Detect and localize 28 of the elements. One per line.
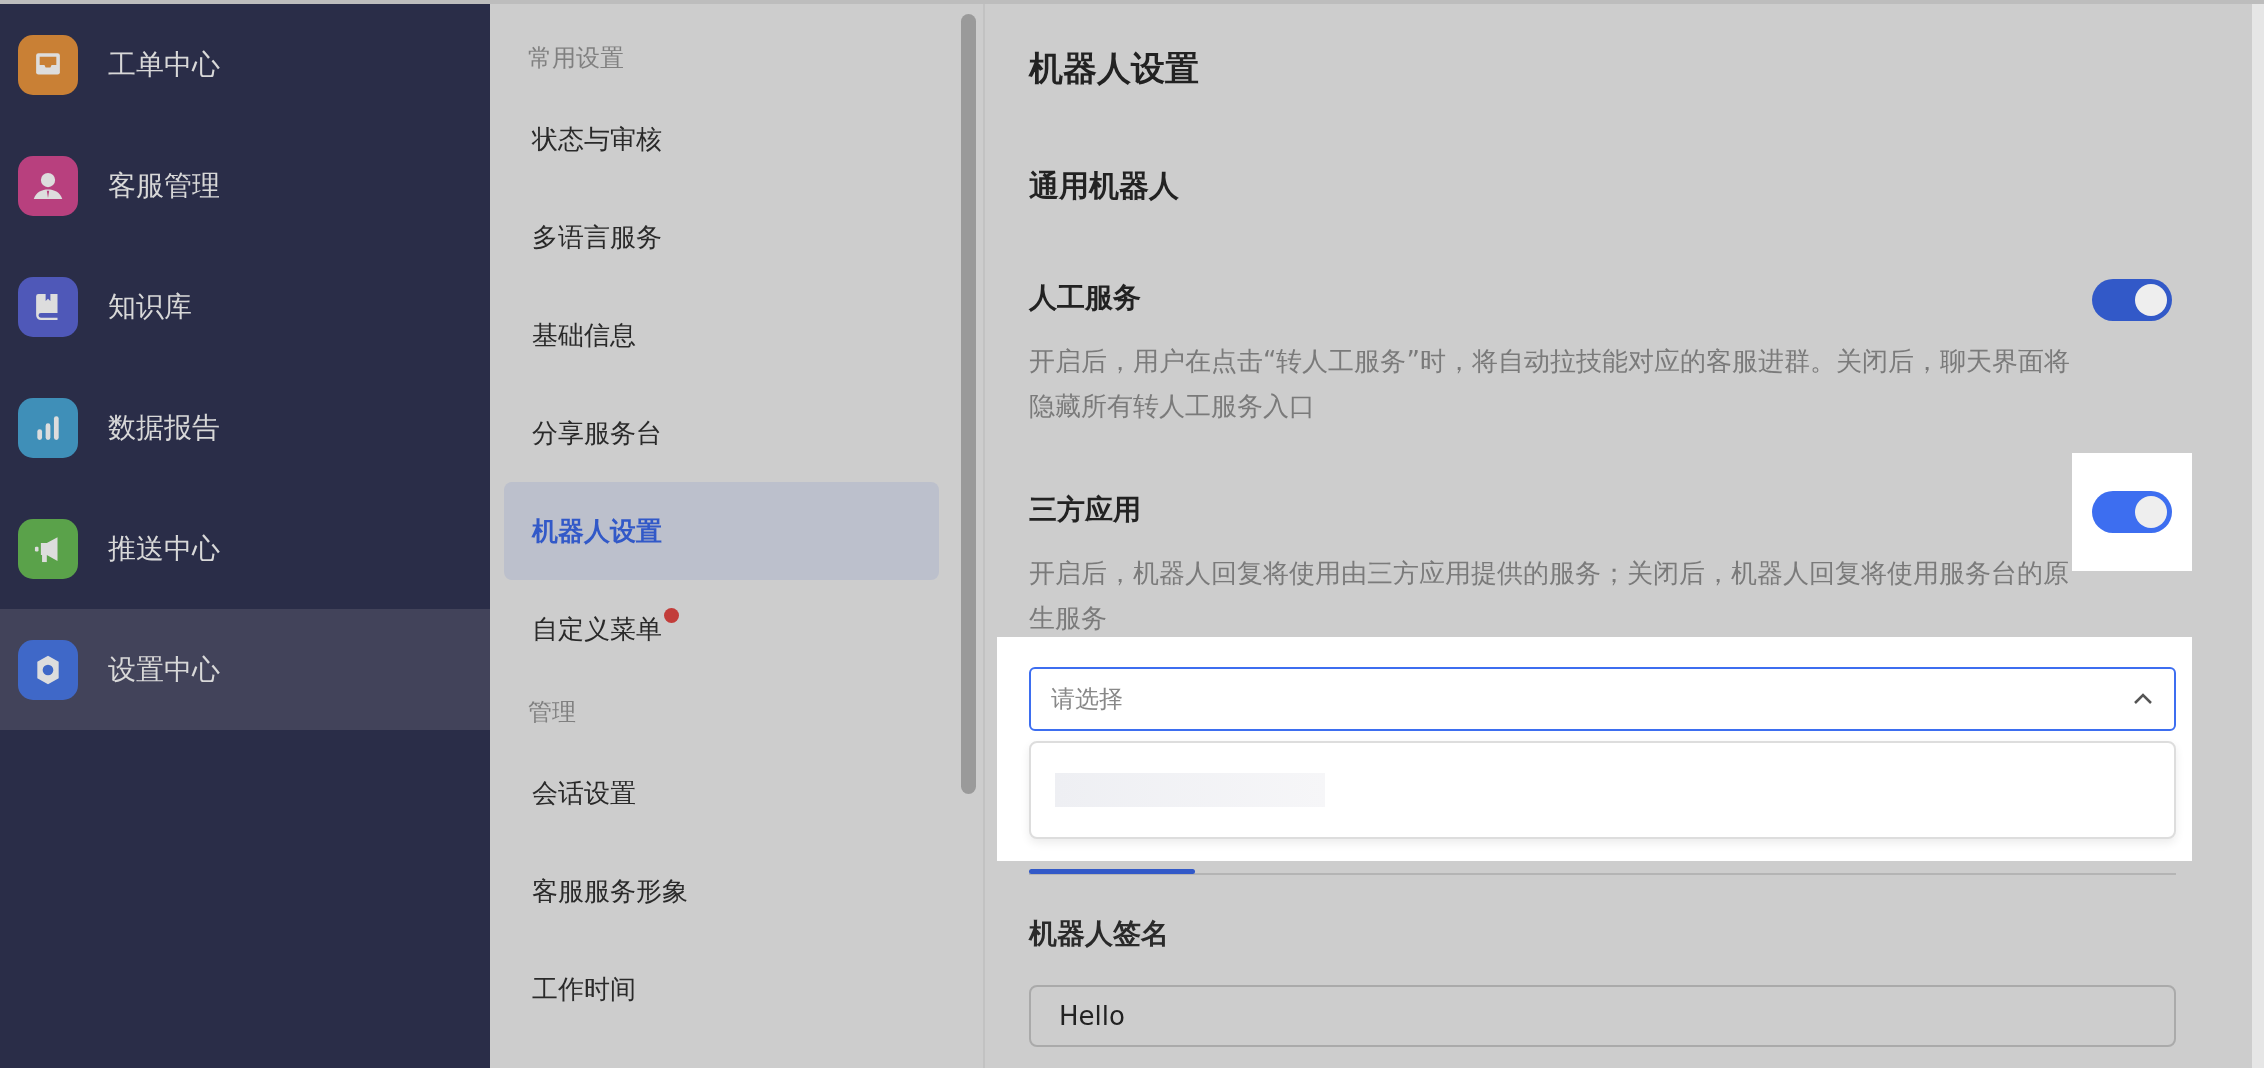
sidebar-item[interactable]: 工单中心 [0, 4, 490, 125]
sidebar-item[interactable]: 知识库 [0, 246, 490, 367]
menu-item[interactable]: 会话设置 [504, 744, 939, 842]
field-label: 机器人签名 [1029, 916, 1170, 952]
select-field[interactable]: 请选择 [1029, 667, 2176, 731]
section-title: 通用机器人 [1029, 167, 1180, 205]
signature-input[interactable]: Hello [1029, 985, 2176, 1047]
sidebar-item[interactable]: 推送中心 [0, 488, 490, 609]
menu-item[interactable]: 自定义菜单 [504, 580, 939, 678]
sidebar-item[interactable]: 数据报告 [0, 367, 490, 488]
menu-item[interactable]: 基础信息 [504, 286, 939, 384]
menu-group-title: 管理 [527, 697, 577, 728]
scrollbar-thumb[interactable] [960, 14, 976, 794]
menu-item[interactable]: 状态与审核 [504, 90, 939, 188]
page-title: 机器人设置 [1029, 47, 1200, 90]
sidebar-item[interactable]: 客服管理 [0, 125, 490, 246]
setting-title: 人工服务 [1029, 280, 1142, 316]
menu-item[interactable]: 多语言服务 [504, 188, 939, 286]
setting-description: 开启后，机器人回复将使用由三方应用提供的服务；关闭后，机器人回复将使用服务台的原生服务 [1029, 557, 2070, 635]
setting-description: 开启后，用户在点击“转人工服务”时，将自动拉技能对应的客服进群。关闭后，聊天界面将隐藏所有转人工服务入口 [1029, 345, 2071, 423]
toggle-switch[interactable] [2092, 491, 2172, 533]
menu-item[interactable]: 分享服务台 [504, 384, 939, 482]
menu-item[interactable]: 客服服务形象 [504, 842, 939, 940]
toggle-switch[interactable] [2092, 279, 2172, 321]
setting-title: 三方应用 [1029, 492, 1142, 528]
menu-item[interactable]: 工作时间 [504, 940, 939, 1038]
sidebar-item[interactable]: 设置中心 [0, 609, 490, 730]
menu-group-title: 常用设置 [527, 43, 625, 74]
